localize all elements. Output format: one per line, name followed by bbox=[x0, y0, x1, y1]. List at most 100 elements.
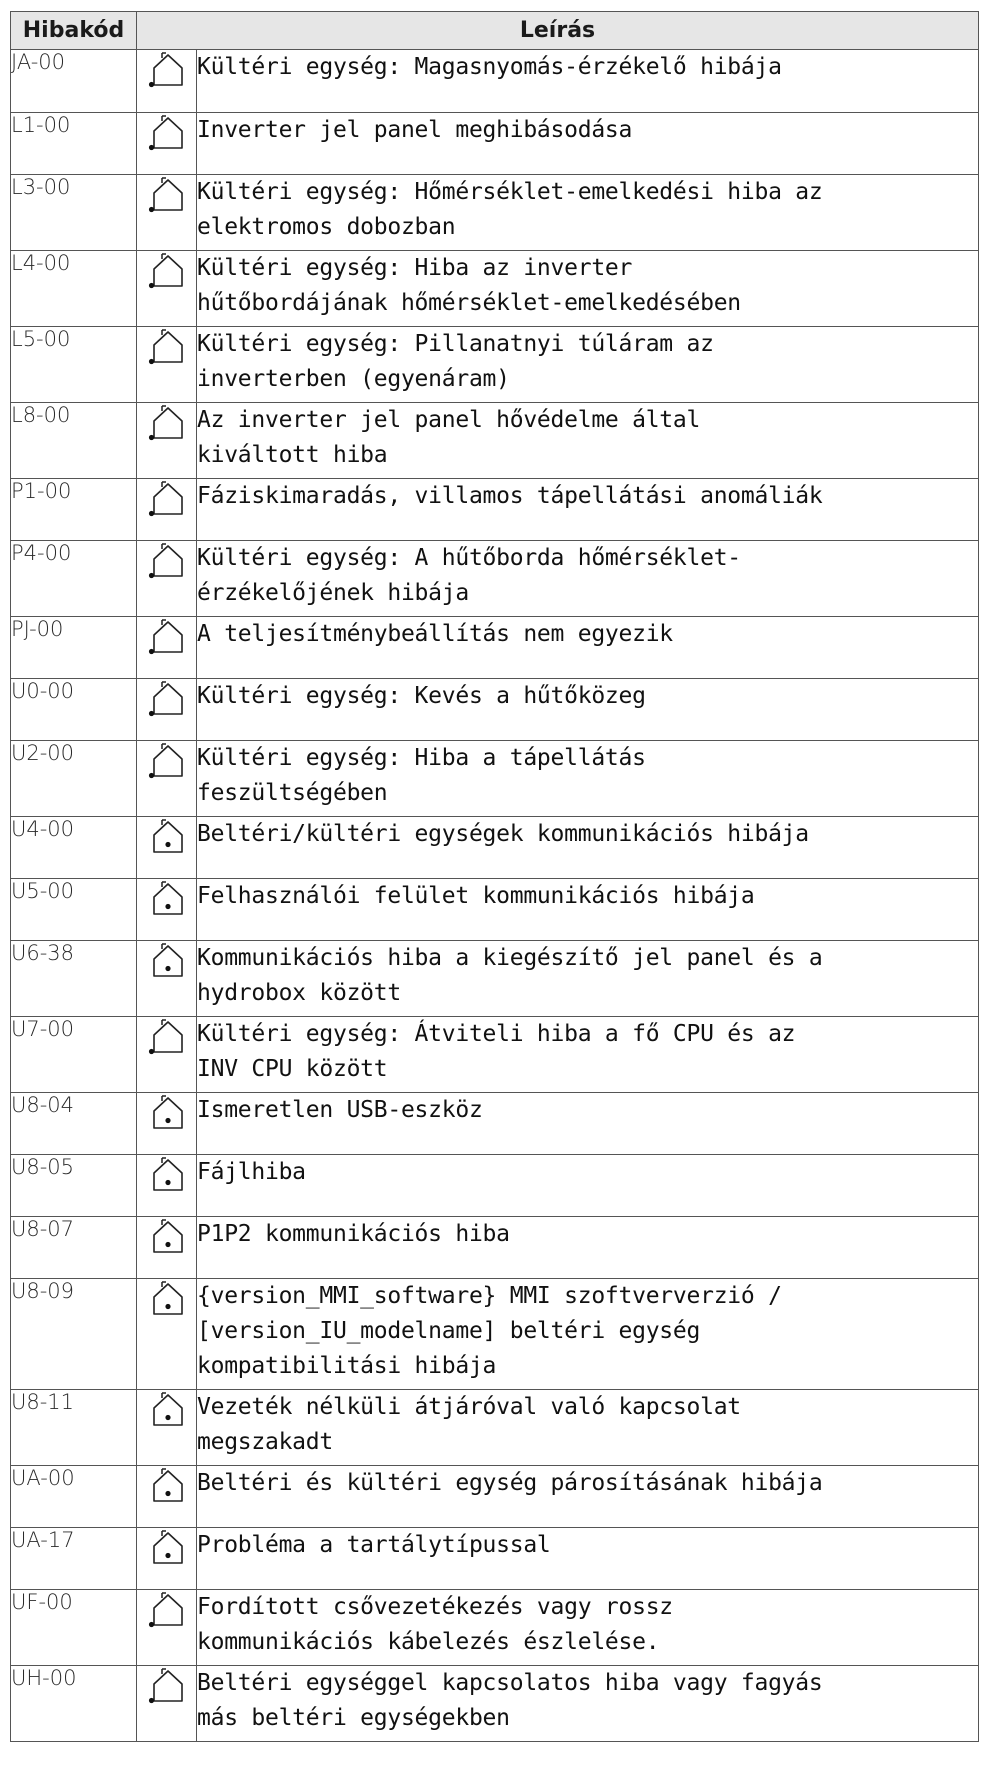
table-row: UH-00 Beltéri egységgel kapcsolatos hiba … bbox=[10, 1665, 979, 1742]
indoor-unit-icon bbox=[145, 1279, 189, 1315]
error-description: {version_MMI_software} MMI szoftververzi… bbox=[196, 1278, 979, 1390]
table-row: P1-00 Fáziskimaradás, villamos tápellátás… bbox=[10, 478, 979, 541]
error-code: UA-00 bbox=[10, 1465, 137, 1528]
indoor-unit-icon bbox=[145, 941, 189, 977]
indoor-unit-icon bbox=[145, 1155, 189, 1191]
table-row: U7-00 Kültéri egység: Átviteli hiba a fő … bbox=[10, 1016, 979, 1093]
error-code: U6-38 bbox=[10, 940, 137, 1017]
location-icon-cell bbox=[136, 816, 197, 879]
error-description: Vezeték nélküli átjáróval való kapcsolat… bbox=[196, 1389, 979, 1466]
table-row: UA-17 Probléma a tartálytípussal bbox=[10, 1527, 979, 1590]
error-description: A teljesítménybeállítás nem egyezik bbox=[196, 616, 979, 679]
outdoor-unit-icon bbox=[145, 479, 189, 517]
location-icon-cell bbox=[136, 1589, 197, 1666]
error-code: U5-00 bbox=[10, 878, 137, 941]
table-row: PJ-00 A teljesítménybeállítás nem egyezik bbox=[10, 616, 979, 679]
location-icon-cell bbox=[136, 878, 197, 941]
error-description: Kültéri egység: Átviteli hiba a fő CPU é… bbox=[196, 1016, 979, 1093]
table-row: U6-38 Kommunikációs hiba a kiegészítő jel… bbox=[10, 940, 979, 1017]
indoor-unit-icon bbox=[145, 1093, 189, 1129]
indoor-unit-icon bbox=[145, 879, 189, 915]
location-icon-cell bbox=[136, 174, 197, 251]
outdoor-unit-icon bbox=[145, 741, 189, 779]
error-code: L1-00 bbox=[10, 112, 137, 175]
error-code: UA-17 bbox=[10, 1527, 137, 1590]
location-icon-cell bbox=[136, 326, 197, 403]
outdoor-unit-icon bbox=[145, 1666, 189, 1704]
error-code: P4-00 bbox=[10, 540, 137, 617]
indoor-unit-icon bbox=[145, 1528, 189, 1564]
outdoor-unit-icon bbox=[145, 251, 189, 289]
error-code: L4-00 bbox=[10, 250, 137, 327]
table-row: U2-00 Kültéri egység: Hiba a tápellátás f… bbox=[10, 740, 979, 817]
location-icon-cell bbox=[136, 740, 197, 817]
table-row: L4-00 Kültéri egység: Hiba az inverter hű… bbox=[10, 250, 979, 327]
error-description: Kültéri egység: Hiba a tápellátás feszül… bbox=[196, 740, 979, 817]
error-description: Fájlhiba bbox=[196, 1154, 979, 1217]
outdoor-unit-icon bbox=[145, 617, 189, 655]
error-description: Kültéri egység: Hiba az inverter hűtőbor… bbox=[196, 250, 979, 327]
error-code: U4-00 bbox=[10, 816, 137, 879]
outdoor-unit-icon bbox=[145, 327, 189, 365]
table-row: U5-00 Felhasználói felület kommunikációs … bbox=[10, 878, 979, 941]
table-row: UF-00 Fordított csővezetékezés vagy rossz… bbox=[10, 1589, 979, 1666]
error-code: U7-00 bbox=[10, 1016, 137, 1093]
location-icon-cell bbox=[136, 540, 197, 617]
error-description: Kültéri egység: Hőmérséklet-emelkedési h… bbox=[196, 174, 979, 251]
table-row: L3-00 Kültéri egység: Hőmérséklet-emelked… bbox=[10, 174, 979, 251]
error-code: U8-04 bbox=[10, 1092, 137, 1155]
error-description: Probléma a tartálytípussal bbox=[196, 1527, 979, 1590]
error-description: Beltéri/kültéri egységek kommunikációs h… bbox=[196, 816, 979, 879]
indoor-unit-icon bbox=[145, 1390, 189, 1426]
location-icon-cell bbox=[136, 402, 197, 479]
error-description: Kültéri egység: Magasnyomás-érzékelő hib… bbox=[196, 49, 979, 113]
table-row: U8-07 P1P2 kommunikációs hiba bbox=[10, 1216, 979, 1279]
error-code: UH-00 bbox=[10, 1665, 137, 1742]
location-icon-cell bbox=[136, 1016, 197, 1093]
error-code: U8-09 bbox=[10, 1278, 137, 1390]
location-icon-cell bbox=[136, 1092, 197, 1155]
table-row: L1-00 Inverter jel panel meghibásodása bbox=[10, 112, 979, 175]
location-icon-cell bbox=[136, 678, 197, 741]
table-row: U8-04 Ismeretlen USB-eszköz bbox=[10, 1092, 979, 1155]
error-description: Beltéri és kültéri egység párosításának … bbox=[196, 1465, 979, 1528]
outdoor-unit-icon bbox=[145, 1017, 189, 1055]
error-code-table: Hibakód Leírás JA-00 Kültéri egység: Maga… bbox=[10, 11, 979, 1742]
error-code: U8-05 bbox=[10, 1154, 137, 1217]
table-row: P4-00 Kültéri egység: A hűtőborda hőmérsé… bbox=[10, 540, 979, 617]
header-error-code: Hibakód bbox=[10, 11, 137, 50]
error-code: U0-00 bbox=[10, 678, 137, 741]
error-description: Kültéri egység: Pillanatnyi túláram az i… bbox=[196, 326, 979, 403]
outdoor-unit-icon bbox=[145, 1590, 189, 1628]
table-row: U8-11 Vezeték nélküli átjáróval való kapc… bbox=[10, 1389, 979, 1466]
error-description: Kültéri egység: A hűtőborda hőmérséklet-… bbox=[196, 540, 979, 617]
error-code: L3-00 bbox=[10, 174, 137, 251]
location-icon-cell bbox=[136, 1278, 197, 1390]
table-row: L5-00 Kültéri egység: Pillanatnyi túláram… bbox=[10, 326, 979, 403]
table-header-row: Hibakód Leírás bbox=[10, 11, 979, 50]
error-code: UF-00 bbox=[10, 1589, 137, 1666]
header-description: Leírás bbox=[136, 11, 979, 50]
outdoor-unit-icon bbox=[145, 50, 189, 88]
location-icon-cell bbox=[136, 940, 197, 1017]
location-icon-cell bbox=[136, 478, 197, 541]
location-icon-cell bbox=[136, 250, 197, 327]
error-description: Felhasználói felület kommunikációs hibáj… bbox=[196, 878, 979, 941]
error-code: L8-00 bbox=[10, 402, 137, 479]
error-description: Ismeretlen USB-eszköz bbox=[196, 1092, 979, 1155]
error-description: P1P2 kommunikációs hiba bbox=[196, 1216, 979, 1279]
table-row: UA-00 Beltéri és kültéri egység párosítás… bbox=[10, 1465, 979, 1528]
location-icon-cell bbox=[136, 1527, 197, 1590]
error-description: Inverter jel panel meghibásodása bbox=[196, 112, 979, 175]
table-row: U4-00 Beltéri/kültéri egységek kommunikác… bbox=[10, 816, 979, 879]
error-code: L5-00 bbox=[10, 326, 137, 403]
error-description: Fordított csővezetékezés vagy rossz komm… bbox=[196, 1589, 979, 1666]
indoor-unit-icon bbox=[145, 1217, 189, 1253]
indoor-unit-icon bbox=[145, 817, 189, 853]
location-icon-cell bbox=[136, 1389, 197, 1466]
location-icon-cell bbox=[136, 49, 197, 113]
table-row: U0-00 Kültéri egység: Kevés a hűtőközeg bbox=[10, 678, 979, 741]
error-description: Kommunikációs hiba a kiegészítő jel pane… bbox=[196, 940, 979, 1017]
error-description: Beltéri egységgel kapcsolatos hiba vagy … bbox=[196, 1665, 979, 1742]
outdoor-unit-icon bbox=[145, 113, 189, 151]
